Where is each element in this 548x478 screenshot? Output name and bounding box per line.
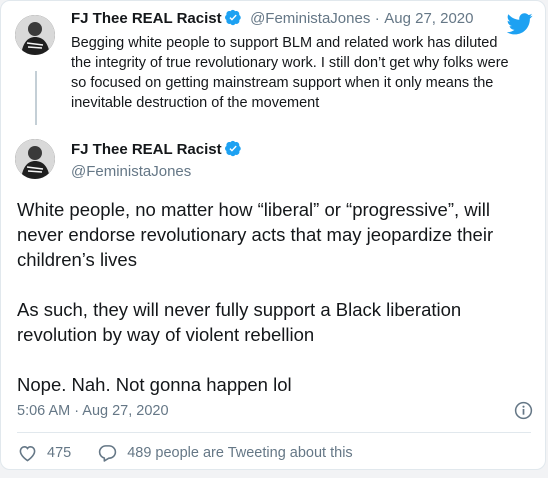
verified-badge-icon	[224, 9, 242, 32]
main-author-name[interactable]: FJ Thee REAL Racist	[71, 141, 222, 158]
quoted-tweet-text: Begging white people to support BLM and …	[71, 35, 509, 111]
quoted-author-name[interactable]: FJ Thee REAL Racist	[71, 10, 222, 27]
quoted-avatar[interactable]	[15, 15, 55, 55]
like-count: 475	[47, 445, 72, 461]
discussion-link[interactable]: 489 people are Tweeting about this	[98, 444, 353, 462]
main-handle[interactable]: @FeministaJones	[71, 162, 191, 182]
quoted-separator: ·	[374, 10, 380, 27]
quoted-handle[interactable]: @FeministaJones	[250, 10, 370, 27]
main-tweet-header: FJ Thee REAL Racist	[71, 140, 242, 163]
actions-divider	[17, 432, 531, 433]
info-icon[interactable]	[514, 401, 533, 425]
thread-connector-line	[35, 71, 37, 125]
quoted-tweet-header: FJ Thee REAL Racist @FeministaJones · Au…	[71, 9, 474, 32]
quoted-date[interactable]: Aug 27, 2020	[384, 10, 473, 27]
main-paragraph-3: Nope. Nah. Not gonna happen lol	[17, 374, 292, 395]
main-avatar[interactable]	[15, 139, 55, 179]
heart-icon	[19, 446, 36, 462]
like-button[interactable]: 475	[18, 444, 71, 462]
tweet-timestamp[interactable]: 5:06 AM · Aug 27, 2020	[17, 401, 169, 421]
main-paragraph-2: As such, they will never fully support a…	[17, 299, 462, 345]
verified-badge-icon	[224, 140, 242, 163]
main-tweet-text: White people, no matter how “liberal” or…	[17, 197, 532, 422]
discussion-label: 489 people are Tweeting about this	[127, 445, 353, 461]
embedded-tweet-card: FJ Thee REAL Racist @FeministaJones · Au…	[0, 0, 546, 470]
speech-bubble-icon	[98, 445, 117, 462]
main-paragraph-1: White people, no matter how “liberal” or…	[17, 199, 494, 270]
tweet-actions-bar: 475 489 people are Tweeting about this	[18, 443, 353, 463]
